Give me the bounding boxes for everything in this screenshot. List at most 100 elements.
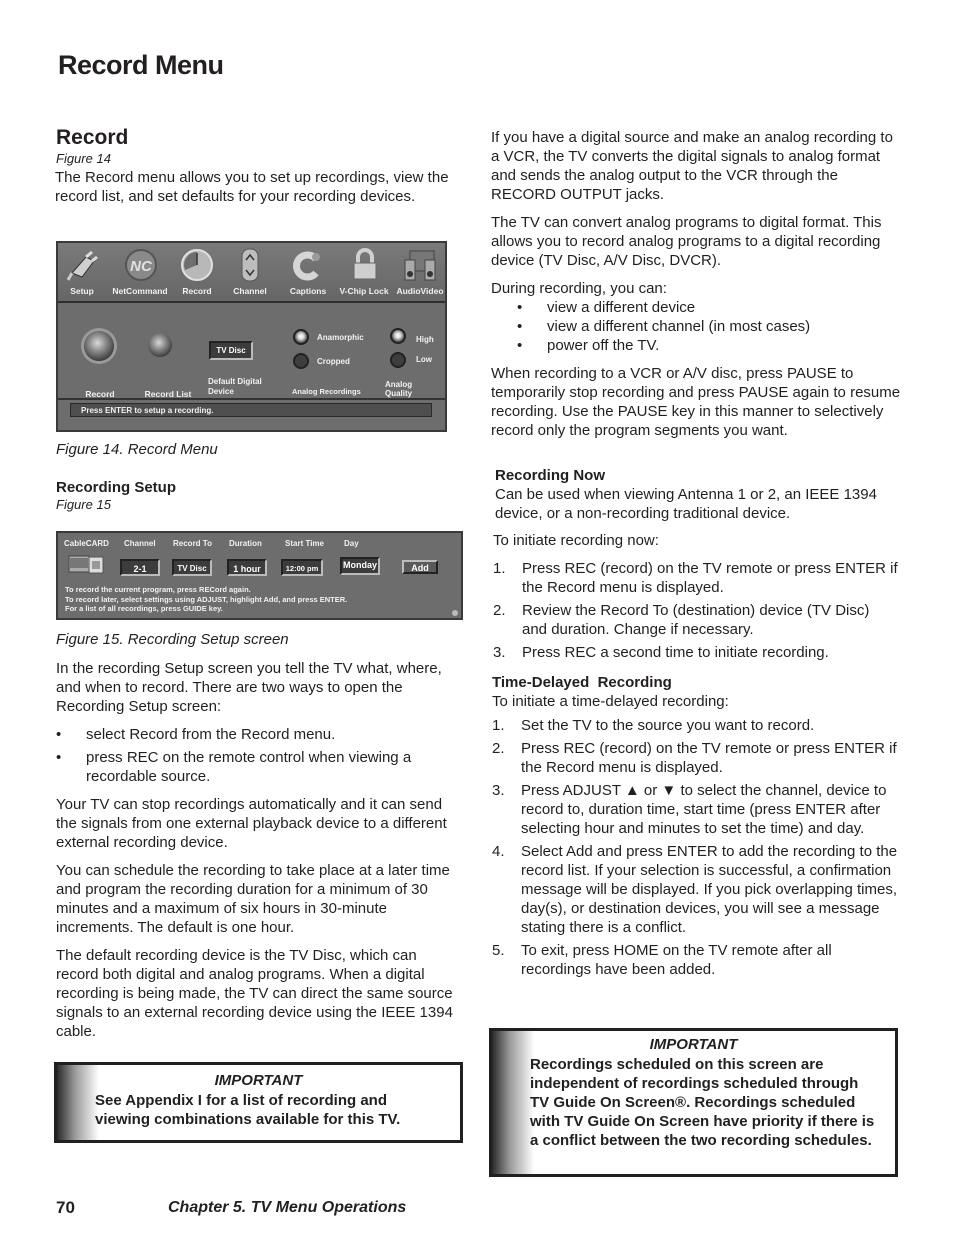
setup-bullet: press REC on the remote control when vie…: [56, 748, 468, 786]
step: 3. Press REC a second time to initiate re…: [493, 644, 829, 661]
instruction-line: For a list of all recordings, press GUID…: [65, 604, 223, 613]
day-field[interactable]: Monday: [340, 557, 380, 575]
record-heading: Record: [56, 126, 129, 149]
padlock-icon[interactable]: [348, 247, 382, 281]
recording-now-intro: To initiate recording now:: [493, 532, 659, 549]
recording-now-heading: Recording Now: [495, 467, 606, 484]
high-radio[interactable]: [390, 328, 406, 344]
figure-15-ref: Figure 15: [56, 497, 111, 512]
left-body: In the recording Setup screen you tell t…: [56, 659, 468, 1050]
record-list-knob[interactable]: [148, 333, 172, 357]
menu-item-setup[interactable]: Setup: [52, 286, 112, 296]
step-number: 1.: [492, 717, 505, 734]
col-record-to: Record To: [173, 539, 212, 548]
col-cablecard: CableCARD: [64, 539, 109, 548]
during-bullet: power off the TV.: [491, 336, 903, 355]
clock-icon[interactable]: [180, 248, 214, 282]
step-number: 1.: [493, 560, 506, 577]
menu-item-vchip-lock[interactable]: V-Chip Lock: [334, 286, 394, 296]
col-day: Day: [344, 539, 359, 548]
body-paragraph: The TV can convert analog programs to di…: [491, 214, 882, 269]
figure-14-caption: Figure 14. Record Menu: [56, 441, 218, 458]
pause-paragraph: When recording to a VCR or A/V disc, pre…: [491, 365, 901, 439]
high-label: High: [416, 335, 434, 344]
status-bar: Press ENTER to setup a recording.: [70, 403, 432, 417]
figure-15-caption: Figure 15. Recording Setup screen: [56, 631, 289, 648]
add-button[interactable]: Add: [402, 560, 438, 574]
col-start-time: Start Time: [285, 539, 324, 548]
step-number: 2.: [492, 740, 505, 757]
anamorphic-label: Anamorphic: [317, 333, 364, 342]
important-title: IMPORTANT: [214, 1072, 303, 1089]
netcommand-icon[interactable]: NC: [124, 248, 158, 282]
setup-bullet: select Record from the Record menu.: [56, 725, 468, 744]
record-knob[interactable]: [84, 331, 114, 361]
setup-intro: In the recording Setup screen you tell t…: [56, 660, 442, 715]
menu-item-netcommand[interactable]: NetCommand: [110, 286, 170, 296]
record-menu-screen: Setup NC NetCommand Record Channel Capti…: [56, 241, 447, 432]
menu-item-audiovideo[interactable]: AudioVideo: [390, 286, 450, 296]
default-device-label: Default Digital Device: [208, 377, 262, 396]
speakers-icon[interactable]: [403, 248, 437, 282]
chapter-title: Chapter 5. TV Menu Operations: [168, 1199, 407, 1216]
low-label: Low: [416, 355, 432, 364]
start-time-field[interactable]: 12:00 pm: [281, 559, 323, 576]
captions-icon[interactable]: [290, 249, 324, 283]
step: 4. Select Add and press ENTER to add the …: [492, 843, 898, 936]
setup-instructions: To record the current program, press REC…: [65, 585, 347, 614]
page-title: Record Menu: [58, 50, 224, 80]
indicator-dot: [452, 610, 458, 616]
important-box-right: IMPORTANT Recordings scheduled on this s…: [489, 1028, 898, 1177]
menu-item-channel[interactable]: Channel: [220, 286, 280, 296]
body-paragraph: The default recording device is the TV D…: [56, 947, 453, 1040]
analog-quality-label: Analog Quality: [385, 380, 413, 398]
step: 5. To exit, press HOME on the TV remote a…: [492, 942, 832, 978]
anamorphic-radio[interactable]: [293, 329, 309, 345]
duration-field[interactable]: 1 hour: [227, 559, 267, 576]
menu-item-captions[interactable]: Captions: [278, 286, 338, 296]
time-delayed-section: Time-Delayed Recording To initiate a tim…: [492, 673, 902, 983]
analog-recordings-label: Analog Recordings: [292, 387, 361, 396]
svg-text:NC: NC: [130, 258, 153, 275]
divider: [58, 398, 445, 400]
record-intro: The Record menu allows you to set up rec…: [55, 169, 449, 205]
step: 1. Set the TV to the source you want to r…: [492, 717, 815, 734]
default-device-field[interactable]: TV Disc: [209, 341, 253, 360]
recording-now-section: Recording Now Can be used when viewing A…: [495, 466, 900, 532]
important-title: IMPORTANT: [649, 1036, 738, 1053]
page-number: 70: [56, 1198, 75, 1217]
recording-setup-heading: Recording Setup: [56, 479, 177, 496]
step-number: 5.: [492, 942, 505, 959]
recording-now-desc: Can be used when viewing Antenna 1 or 2,…: [495, 486, 877, 522]
col-duration: Duration: [229, 539, 262, 548]
step: 2. Press REC (record) on the TV remote or…: [492, 740, 897, 776]
menu-item-record[interactable]: Record: [167, 286, 227, 296]
col-channel: Channel: [124, 539, 156, 548]
figure-14-ref: Figure 14: [56, 151, 111, 166]
recording-now-steps-section: To initiate recording now: 1. Press REC (…: [493, 531, 898, 666]
record-to-field[interactable]: TV Disc: [172, 559, 212, 576]
instruction-line: To record later, select settings using A…: [65, 594, 348, 604]
instruction-line: To record the current program, press REC…: [65, 585, 251, 594]
step-number: 3.: [492, 782, 505, 799]
channel-field[interactable]: 2-1: [120, 559, 160, 576]
recording-setup-screen: CableCARD Channel Record To Duration Sta…: [56, 531, 463, 620]
right-body: If you have a digital source and make an…: [491, 128, 903, 449]
low-radio[interactable]: [390, 352, 406, 368]
time-delayed-intro: To initiate a time-delayed recording:: [492, 693, 729, 710]
during-bullet: view a different channel (in most cases): [491, 317, 903, 336]
step: 1. Press REC (record) on the TV remote or…: [493, 560, 898, 596]
cropped-radio[interactable]: [293, 353, 309, 369]
step: 3. Press ADJUST ▲ or ▼ to select the chan…: [492, 782, 887, 837]
important-body: See Appendix I for a list of recording a…: [95, 1092, 401, 1128]
step-number: 4.: [492, 843, 505, 860]
important-body: Recordings scheduled on this screen are …: [530, 1056, 875, 1149]
body-paragraph: You can schedule the recording to take p…: [56, 862, 450, 936]
step-number: 3.: [493, 644, 506, 661]
plug-icon[interactable]: [66, 249, 100, 283]
during-intro: During recording, you can:: [491, 280, 667, 297]
up-down-arrows-icon[interactable]: [239, 248, 261, 282]
cropped-label: Cropped: [317, 357, 350, 366]
cablecard-icon: [68, 553, 104, 580]
step-number: 2.: [493, 602, 506, 619]
